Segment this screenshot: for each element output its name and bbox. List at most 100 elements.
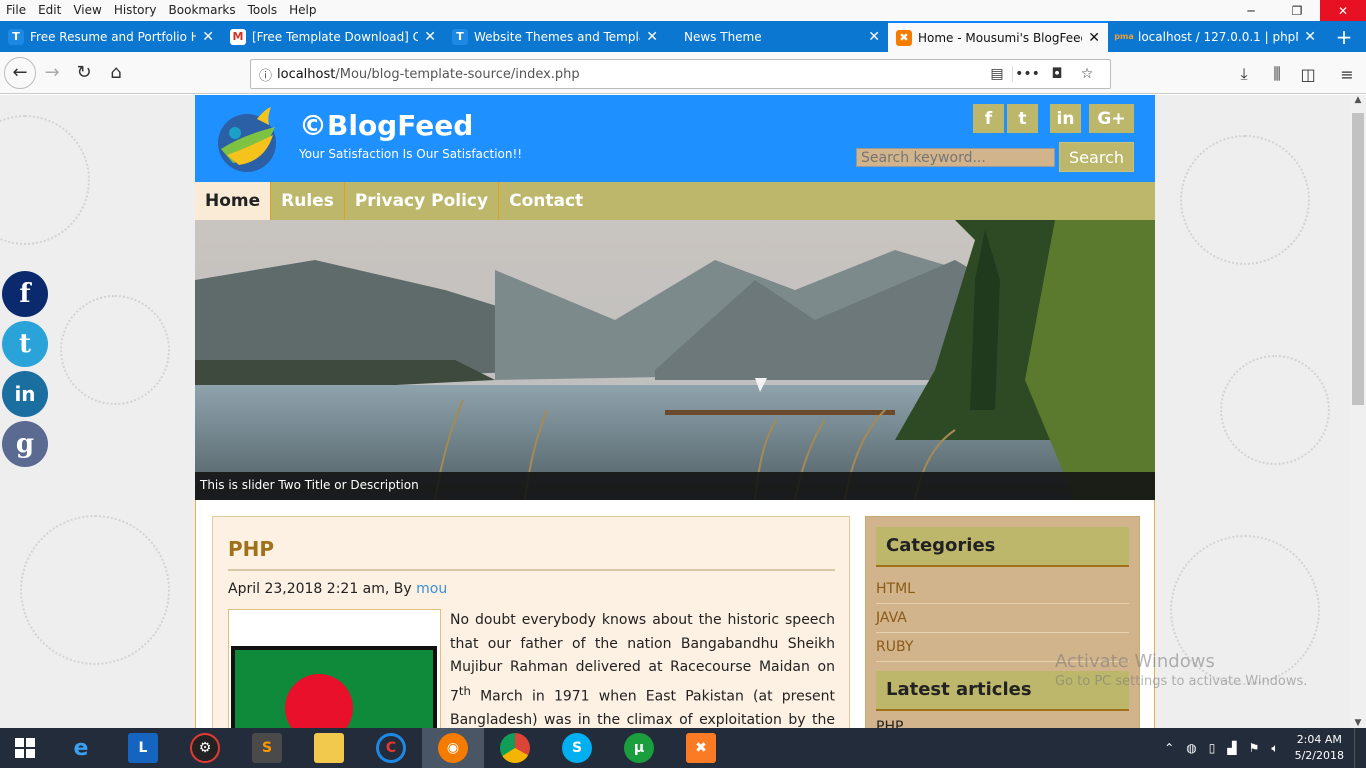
tab-news-theme[interactable]: News Theme ✕ <box>666 21 888 52</box>
close-icon[interactable]: ✕ <box>1304 29 1316 45</box>
search-input[interactable] <box>856 148 1055 167</box>
taskbar-firefox[interactable]: ◉ <box>422 728 484 768</box>
url-text[interactable]: localhost/Mou/blog-template-source/index… <box>277 67 982 82</box>
close-icon[interactable]: ✕ <box>646 29 658 45</box>
nav-home[interactable]: Home <box>195 182 272 220</box>
bangladesh-flag-image <box>229 610 440 728</box>
tab-resume[interactable]: T Free Resume and Portfolio HTML ✕ <box>0 21 222 52</box>
nav-rules[interactable]: Rules <box>271 182 345 220</box>
page-scrollbar[interactable]: ▲ ▼ <box>1350 95 1366 728</box>
close-window-button[interactable]: ✕ <box>1320 0 1366 21</box>
post-thumbnail[interactable] <box>228 609 441 728</box>
category-html[interactable]: HTML <box>876 581 1129 604</box>
clock-time: 2:04 AM <box>1296 733 1342 746</box>
menu-file[interactable]: File <box>0 0 32 21</box>
site-title[interactable]: ©BlogFeed <box>299 109 473 142</box>
minimize-button[interactable]: ─ <box>1228 0 1274 21</box>
post-author-link[interactable]: mou <box>416 581 447 597</box>
clock[interactable]: 2:04 AM 5/2/2018 <box>1285 732 1354 764</box>
taskbar-app-l[interactable]: L <box>112 728 174 768</box>
menu-tools[interactable]: Tools <box>242 0 284 21</box>
close-icon[interactable]: ✕ <box>1088 30 1100 46</box>
hamburger-menu-icon[interactable]: ≡ <box>1334 62 1360 86</box>
search-button[interactable]: Search <box>1059 142 1134 172</box>
categories-heading: Categories <box>876 527 1129 567</box>
side-facebook-icon[interactable]: f <box>2 271 48 317</box>
menu-bookmarks[interactable]: Bookmarks <box>163 0 242 21</box>
taskbar: e L ⚙ S C ◉ S µ ✖ ⌃ ◍ ▯ ▟ ⚑ 🔈︎ 2:04 AM 5… <box>0 728 1366 768</box>
menu-edit[interactable]: Edit <box>32 0 67 21</box>
nav-contact[interactable]: Contact <box>499 182 593 220</box>
tab-template-download[interactable]: M [Free Template Download] Clar ✕ <box>222 21 444 52</box>
tab-bar: T Free Resume and Portfolio HTML ✕ M [Fr… <box>0 21 1366 52</box>
category-ruby[interactable]: RUBY <box>876 639 1129 662</box>
background-pattern <box>1170 535 1320 685</box>
battery-icon[interactable]: ▯ <box>1203 741 1222 755</box>
tray-app-icon[interactable]: ◍ <box>1180 741 1202 755</box>
show-desktop-button[interactable] <box>1354 728 1366 768</box>
taskbar-xampp[interactable]: ✖ <box>670 728 732 768</box>
network-icon[interactable]: ▟ <box>1221 741 1242 755</box>
url-host: localhost <box>277 66 336 82</box>
page-actions-icon[interactable]: ••• <box>1012 66 1042 82</box>
tab-website-themes[interactable]: T Website Themes and Template ✕ <box>444 21 666 52</box>
scroll-up-icon[interactable]: ▲ <box>1350 95 1366 105</box>
tab-favicon-icon: T <box>8 28 24 45</box>
action-center-flag-icon[interactable]: ⚑ <box>1243 741 1266 755</box>
pocket-icon[interactable]: ◘ <box>1042 66 1072 82</box>
taskbar-chrome[interactable] <box>484 728 546 768</box>
back-button[interactable]: ← <box>4 56 36 89</box>
taskbar-sublime[interactable]: S <box>236 728 298 768</box>
header-facebook-icon[interactable]: f <box>973 104 1004 133</box>
start-button[interactable] <box>0 728 50 768</box>
info-icon[interactable]: ⓘ <box>259 65 277 84</box>
post-text-sup: th <box>458 683 471 698</box>
tab-phpmyadmin[interactable]: pma localhost / 127.0.0.1 | phpMyA ✕ <box>1108 21 1324 52</box>
background-pattern <box>0 115 90 245</box>
new-tab-button[interactable]: + <box>1324 21 1364 52</box>
library-icon[interactable]: ⫼ <box>1264 62 1290 86</box>
home-button[interactable]: ⌂ <box>100 57 132 89</box>
side-twitter-icon[interactable]: t <box>2 321 48 367</box>
windows-logo-icon <box>15 738 35 758</box>
downloads-icon[interactable]: ⤓ <box>1231 62 1257 86</box>
bookmark-star-icon[interactable]: ☆ <box>1072 66 1102 82</box>
taskbar-app-red[interactable]: ⚙ <box>174 728 236 768</box>
restore-button[interactable]: ❐ <box>1274 0 1320 21</box>
taskbar-utorrent[interactable]: µ <box>608 728 670 768</box>
reload-button[interactable]: ↻ <box>68 57 100 89</box>
side-linkedin-icon[interactable]: in <box>2 371 48 417</box>
url-bar[interactable]: ⓘ localhost/Mou/blog-template-source/ind… <box>250 59 1111 89</box>
close-icon[interactable]: ✕ <box>202 29 214 45</box>
volume-icon[interactable]: 🔈︎ <box>1265 741 1284 756</box>
menu-history[interactable]: History <box>108 0 163 21</box>
tab-blogfeed-home[interactable]: ✖ Home - Mousumi's BlogFeed ✕ <box>888 21 1108 52</box>
menu-view[interactable]: View <box>67 0 107 21</box>
post-text-cont: March in 1971 when East Pakistan (at pre… <box>450 688 835 728</box>
nav-privacy-policy[interactable]: Privacy Policy <box>345 182 500 220</box>
taskbar-ccleaner[interactable]: C <box>360 728 422 768</box>
taskbar-explorer[interactable] <box>298 728 360 768</box>
header-googleplus-icon[interactable]: G+ <box>1089 104 1134 133</box>
close-icon[interactable]: ✕ <box>424 29 436 45</box>
category-java[interactable]: JAVA <box>876 610 1129 633</box>
post-date: April 23,2018 2:21 am, By <box>228 581 417 597</box>
menu-help[interactable]: Help <box>283 0 322 21</box>
header-linkedin-icon[interactable]: in <box>1050 104 1081 133</box>
post-card: PHP April 23,2018 2:21 am, By mou No dou… <box>212 516 850 728</box>
header-twitter-icon[interactable]: t <box>1007 104 1038 133</box>
tray-chevron-icon[interactable]: ⌃ <box>1158 741 1180 755</box>
forward-button[interactable]: → <box>36 57 68 89</box>
taskbar-skype[interactable]: S <box>546 728 608 768</box>
reader-view-icon[interactable]: ▤ <box>982 66 1012 82</box>
post-title[interactable]: PHP <box>228 537 274 561</box>
taskbar-ie[interactable]: e <box>50 728 112 768</box>
post-meta: April 23,2018 2:21 am, By mou <box>228 581 447 597</box>
file-explorer-icon <box>314 733 344 763</box>
scrollbar-thumb[interactable] <box>1352 113 1364 405</box>
sidebar-icon[interactable]: ◫ <box>1295 62 1321 86</box>
latest-article-link[interactable]: PHP <box>876 719 1129 728</box>
scroll-down-icon[interactable]: ▼ <box>1350 718 1366 728</box>
close-icon[interactable]: ✕ <box>868 29 880 45</box>
side-google-icon[interactable]: g <box>2 421 48 467</box>
